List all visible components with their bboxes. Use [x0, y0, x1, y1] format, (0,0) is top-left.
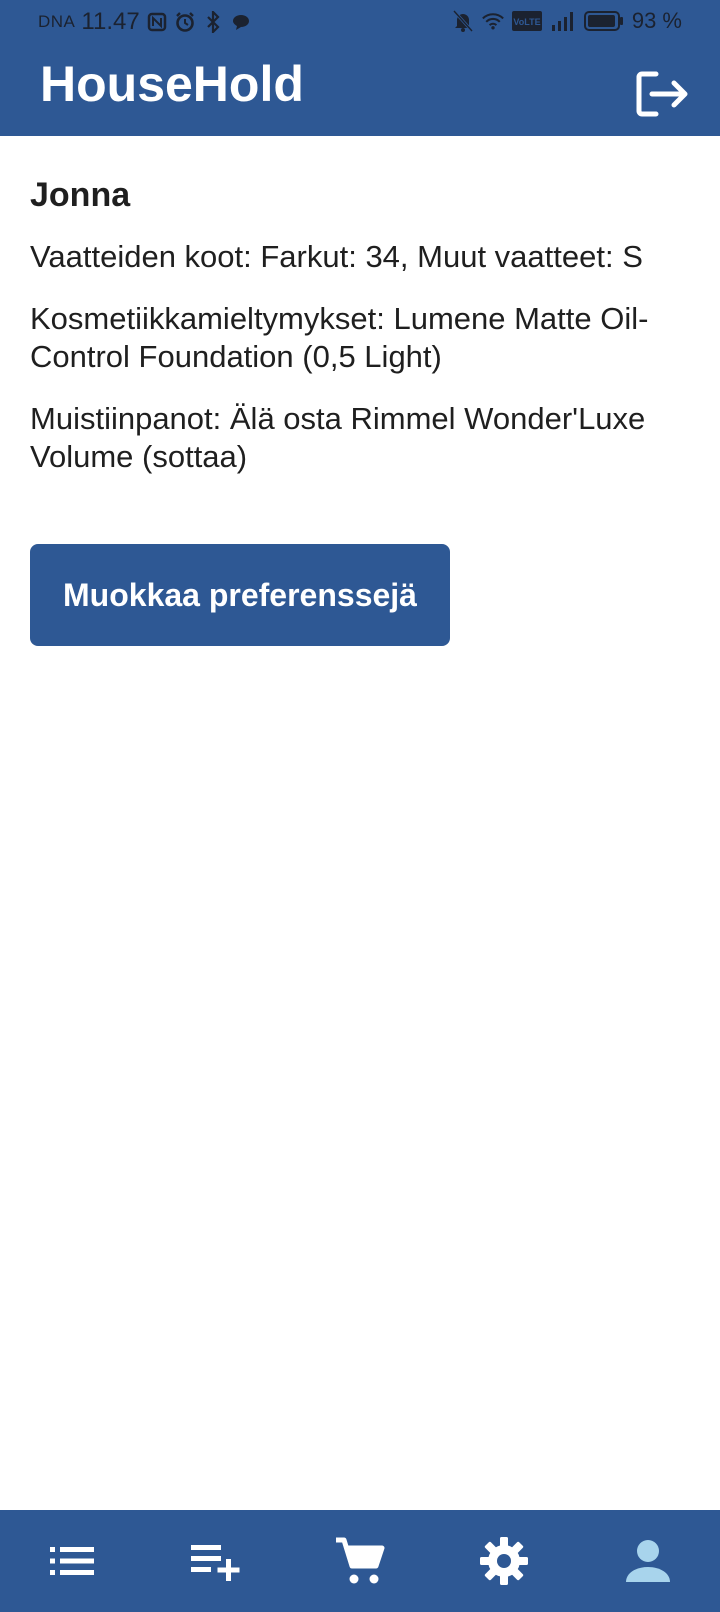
volte-badge-text: VoLTE: [513, 17, 540, 27]
status-bar: DNA 11.47 VoLTE 93 %: [0, 0, 720, 44]
cellular-signal-icon: [550, 9, 576, 33]
alarm-icon: [174, 10, 196, 34]
top-app-bar: DNA 11.47 VoLTE 93 % HouseHold: [0, 0, 720, 136]
person-name: Jonna: [30, 176, 131, 214]
app-title: HouseHold: [40, 56, 304, 112]
edit-preferences-button[interactable]: Muokkaa preferenssejä: [30, 544, 450, 646]
cosmetics-preferences-text: Kosmetiikkamieltymykset: Lumene Matte Oi…: [30, 301, 649, 374]
clock-time: 11.47: [81, 8, 140, 35]
nav-item-add-list[interactable]: [176, 1521, 256, 1601]
clothing-sizes-text: Vaatteiden koot: Farkut: 34, Muut vaatte…: [30, 239, 643, 274]
notes-text: Muistiinpanot: Älä osta Rimmel Wonder'Lu…: [30, 401, 646, 474]
volte-icon: VoLTE: [511, 9, 542, 33]
battery-percent: 93 %: [631, 8, 682, 33]
settings-gear-icon: [480, 1537, 528, 1585]
nav-item-profile[interactable]: [608, 1521, 688, 1601]
carrier-label: DNA: [38, 12, 76, 31]
app-screen: DNA 11.47 VoLTE 93 % HouseHold Jonna Vaa…: [0, 0, 720, 1612]
status-bar-left: DNA 11.47: [38, 8, 252, 36]
shopping-cart-icon: [336, 1537, 385, 1584]
nav-item-shopping[interactable]: [320, 1521, 400, 1601]
profile-content: Jonna Vaatteiden koot: Farkut: 34, Muut …: [30, 166, 690, 646]
battery-icon: [583, 9, 624, 33]
list-icon: [50, 1547, 94, 1575]
mute-notifications-icon: [452, 9, 474, 33]
nav-item-settings[interactable]: [464, 1521, 544, 1601]
chat-bubble-icon: [230, 10, 252, 34]
wifi-icon: [481, 9, 504, 33]
nfc-icon: [146, 10, 168, 34]
bottom-navigation: [0, 1510, 720, 1612]
logout-icon: [636, 71, 688, 117]
bluetooth-icon: [202, 10, 224, 34]
person-icon: [626, 1540, 670, 1582]
logout-button[interactable]: [634, 66, 690, 122]
playlist-add-icon: [191, 1545, 240, 1581]
nav-item-lists[interactable]: [32, 1521, 112, 1601]
status-bar-right: VoLTE 93 %: [452, 8, 682, 34]
